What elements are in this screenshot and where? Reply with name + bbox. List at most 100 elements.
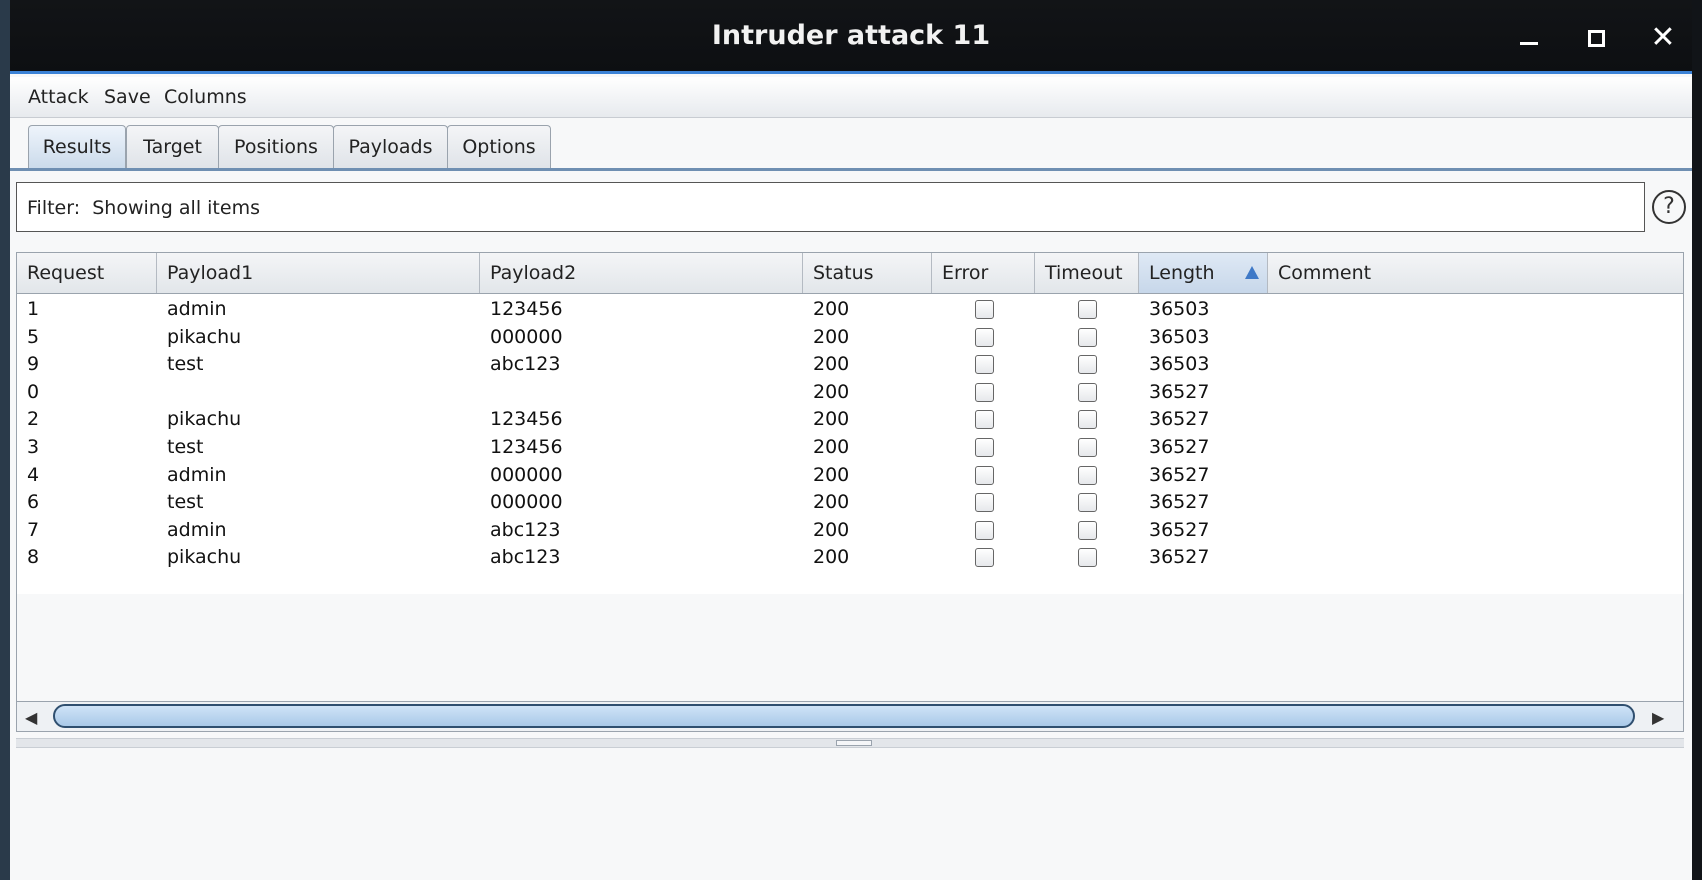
cell-request: 6 [27,491,40,514]
cell-request: 4 [27,463,40,486]
help-icon[interactable]: ? [1652,190,1686,224]
title-bar[interactable]: Intruder attack 11 ✕ [10,0,1692,74]
table-row[interactable]: 3 test 123456 200 36527 [17,432,1683,462]
cell-payload1: pikachu [167,325,242,348]
column-header-comment[interactable]: Comment [1268,253,1683,293]
column-header-timeout[interactable]: Timeout [1035,253,1139,293]
column-header-payload1[interactable]: Payload1 [157,253,480,293]
minimize-button[interactable] [1508,18,1548,58]
cell-payload2: 123456 [490,298,563,320]
tab-positions[interactable]: Positions [218,125,334,169]
cell-length: 36527 [1149,380,1210,403]
table-row[interactable]: 6 test 000000 200 36527 [17,487,1683,517]
cell-length: 36527 [1149,518,1210,541]
scroll-left-icon[interactable]: ◀ [25,708,37,727]
table-row[interactable]: 5 pikachu 000000 200 36503 [17,322,1683,352]
menu-attack[interactable]: Attack [28,86,89,108]
tab-results[interactable]: Results [28,125,126,171]
filter-value: Showing all items [92,197,260,219]
column-header-length-label: Length [1149,262,1215,284]
results-table: Request Payload1 Payload2 Status Error T… [16,252,1684,732]
filter-label: Filter: Showing all items [27,197,260,219]
horizontal-scrollbar[interactable]: ◀ ▶ [17,701,1683,731]
cell-payload2: abc123 [490,518,561,541]
cell-status: 200 [813,380,850,403]
cell-request: 5 [27,325,40,348]
cell-request: 1 [27,298,40,320]
filter-bar[interactable]: Filter: Showing all items [16,182,1645,232]
cell-status: 200 [813,518,850,541]
pane-splitter[interactable] [16,738,1684,748]
error-checkbox [975,382,994,402]
window-title: Intruder attack 11 [711,20,991,51]
cell-status: 200 [813,463,850,486]
cell-status: 200 [813,298,850,320]
table-row[interactable]: 1 admin 123456 200 36503 [17,294,1683,324]
timeout-checkbox [1078,300,1097,319]
menu-save[interactable]: Save [104,86,151,108]
timeout-checkbox [1078,493,1097,513]
error-checkbox [975,520,994,540]
tab-payloads[interactable]: Payloads [333,125,448,169]
timeout-checkbox [1078,410,1097,430]
scrollbar-thumb[interactable] [53,704,1635,728]
cell-payload2: abc123 [490,546,561,569]
column-header-length[interactable]: Length [1139,253,1268,293]
table-row[interactable]: 2 pikachu 123456 200 36527 [17,404,1683,434]
timeout-checkbox [1078,327,1097,347]
column-header-payload2[interactable]: Payload2 [480,253,803,293]
desktop-background [0,0,10,880]
cell-length: 36503 [1149,298,1210,320]
cell-status: 200 [813,408,850,431]
error-checkbox [975,438,994,457]
table-row[interactable]: 9 test abc123 200 36503 [17,349,1683,379]
close-button[interactable]: ✕ [1643,18,1683,58]
error-checkbox [975,300,994,319]
tab-target[interactable]: Target [126,125,219,169]
cell-status: 200 [813,491,850,514]
column-header-request[interactable]: Request [17,253,157,293]
cell-status: 200 [813,436,850,458]
maximize-icon [1588,30,1605,47]
desktop-background-right [1692,0,1702,880]
table-header: Request Payload1 Payload2 Status Error T… [17,253,1683,294]
cell-status: 200 [813,546,850,569]
cell-status: 200 [813,353,850,376]
cell-request: 8 [27,546,40,569]
cell-payload2: 000000 [490,491,563,514]
cell-payload1: admin [167,298,227,320]
column-header-error[interactable]: Error [932,253,1035,293]
tab-options[interactable]: Options [447,125,551,169]
menu-bar: Attack Save Columns [10,77,1692,118]
table-row[interactable]: 4 admin 000000 200 36527 [17,460,1683,490]
cell-length: 36527 [1149,491,1210,514]
tab-strip: Results Target Positions Payloads Option… [10,118,1692,171]
cell-length: 36503 [1149,353,1210,376]
column-header-status[interactable]: Status [803,253,932,293]
tab-underline [10,168,1692,171]
error-checkbox [975,548,994,568]
maximize-button[interactable] [1576,18,1616,58]
cell-payload1: admin [167,463,227,486]
cell-payload2: 123456 [490,436,563,458]
timeout-checkbox [1078,520,1097,540]
table-row[interactable]: 7 admin abc123 200 36527 [17,515,1683,545]
table-row[interactable]: 8 pikachu abc123 200 36527 [17,542,1683,572]
cell-payload1: pikachu [167,408,242,431]
cell-payload1: test [167,353,204,376]
splitter-grip[interactable] [836,740,872,746]
menu-columns[interactable]: Columns [164,86,247,108]
cell-request: 9 [27,353,40,376]
error-checkbox [975,410,994,430]
cell-payload2: 123456 [490,408,563,431]
scroll-right-icon[interactable]: ▶ [1652,708,1664,727]
table-row[interactable]: 0 200 36527 [17,377,1683,407]
error-checkbox [975,355,994,375]
error-checkbox [975,327,994,347]
cell-request: 0 [27,380,40,403]
cell-payload1: pikachu [167,546,242,569]
cell-request: 7 [27,518,40,541]
cell-length: 36527 [1149,463,1210,486]
close-icon: ✕ [1650,20,1676,55]
cell-request: 2 [27,408,40,431]
